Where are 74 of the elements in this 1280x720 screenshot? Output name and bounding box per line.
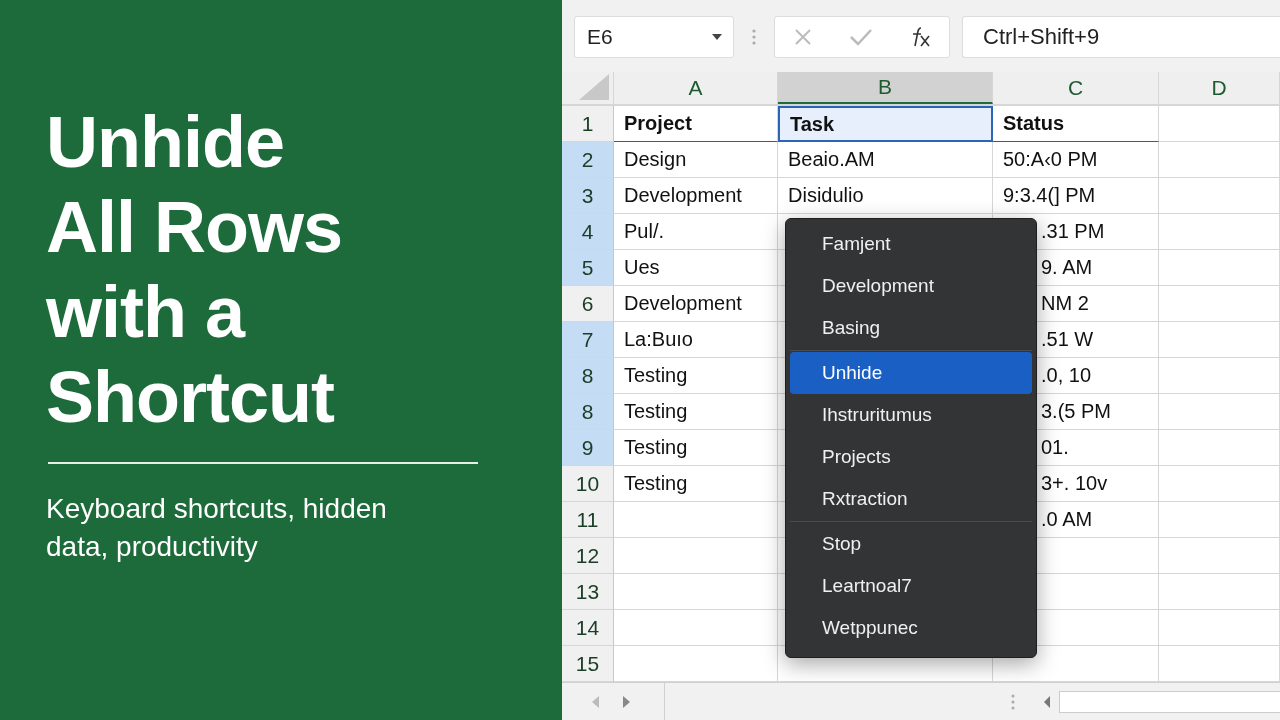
row-header[interactable]: 3 bbox=[562, 178, 614, 214]
table-cell[interactable]: Disidulio bbox=[778, 178, 993, 214]
table-cell[interactable] bbox=[1159, 394, 1280, 430]
menu-item[interactable]: Unhide bbox=[790, 352, 1032, 394]
table-cell[interactable]: La:Buıo bbox=[614, 322, 778, 358]
table-cell[interactable] bbox=[1159, 214, 1280, 250]
table-cell[interactable] bbox=[614, 610, 778, 646]
banner-title: Shortcut bbox=[46, 356, 335, 439]
column-header[interactable]: D bbox=[1159, 72, 1280, 104]
table-cell[interactable] bbox=[1159, 142, 1280, 178]
table-cell[interactable] bbox=[1159, 178, 1280, 214]
table-cell[interactable] bbox=[1159, 358, 1280, 394]
table-cell[interactable]: Pul/. bbox=[614, 214, 778, 250]
banner-subtitle: Keyboard shortcuts, hidden data, productivity bbox=[46, 492, 388, 564]
cancel-icon[interactable] bbox=[793, 27, 813, 47]
table-cell[interactable]: Status bbox=[993, 106, 1159, 142]
row-header[interactable]: 8 bbox=[562, 358, 614, 394]
table-cell[interactable] bbox=[1159, 430, 1280, 466]
table-cell[interactable] bbox=[1159, 250, 1280, 286]
name-box[interactable]: E6 bbox=[574, 16, 734, 58]
right-arrow-icon[interactable] bbox=[622, 694, 632, 709]
caret-icon bbox=[711, 33, 723, 41]
row-header[interactable]: 11 bbox=[562, 502, 614, 538]
table-cell[interactable] bbox=[1159, 538, 1280, 574]
row-header[interactable]: 6 bbox=[562, 286, 614, 322]
table-cell[interactable] bbox=[1159, 646, 1280, 682]
row-header[interactable]: 12 bbox=[562, 538, 614, 574]
table-cell[interactable] bbox=[614, 574, 778, 610]
row-header[interactable]: 15 bbox=[562, 646, 614, 682]
row-header[interactable]: 13 bbox=[562, 574, 614, 610]
row-header[interactable]: 8 bbox=[562, 394, 614, 430]
table-cell[interactable]: Testing bbox=[614, 394, 778, 430]
table-cell[interactable] bbox=[1159, 502, 1280, 538]
table-cell[interactable]: Development bbox=[614, 286, 778, 322]
menu-item[interactable]: Wetppunec bbox=[790, 607, 1032, 649]
table-cell[interactable] bbox=[614, 538, 778, 574]
row-header[interactable]: 10 bbox=[562, 466, 614, 502]
row-header[interactable]: 5 bbox=[562, 250, 614, 286]
check-icon[interactable] bbox=[849, 27, 873, 47]
banner-title: All Rows bbox=[46, 186, 344, 269]
table-cell[interactable]: Design bbox=[614, 142, 778, 178]
row-header[interactable]: 9 bbox=[562, 430, 614, 466]
horizontal-scrollbar[interactable] bbox=[1059, 690, 1280, 713]
row-header[interactable]: 1 bbox=[562, 106, 614, 142]
table-cell[interactable]: Ues bbox=[614, 250, 778, 286]
banner-title: with a bbox=[46, 271, 246, 354]
table-cell[interactable] bbox=[1159, 610, 1280, 646]
table-cell[interactable] bbox=[1159, 466, 1280, 502]
table-cell[interactable]: 50:A‹0 PM bbox=[993, 142, 1159, 178]
table-cell[interactable] bbox=[1159, 574, 1280, 610]
table-cell[interactable]: Development bbox=[614, 178, 778, 214]
table-cell[interactable] bbox=[1159, 286, 1280, 322]
table-cell[interactable]: Testing bbox=[614, 466, 778, 502]
table-cell[interactable] bbox=[1159, 322, 1280, 358]
table-cell[interactable]: Testing bbox=[614, 430, 778, 466]
table-cell[interactable]: Testing bbox=[614, 358, 778, 394]
table-cell[interactable]: 9:3.4(] PM bbox=[993, 178, 1159, 214]
menu-item[interactable]: Leartnoal7 bbox=[790, 565, 1032, 607]
column-header[interactable]: B bbox=[778, 72, 993, 104]
row-header[interactable]: 7 bbox=[562, 322, 614, 358]
row-header[interactable]: 2 bbox=[562, 142, 614, 178]
formula-field[interactable]: Ctrl+Shift+9 bbox=[962, 16, 1280, 58]
row-header[interactable]: 14 bbox=[562, 610, 614, 646]
banner-title: Unhide bbox=[46, 101, 285, 184]
table-cell[interactable]: Task bbox=[778, 106, 993, 142]
column-header[interactable]: C bbox=[993, 72, 1159, 104]
row-header[interactable]: 4 bbox=[562, 214, 614, 250]
table-cell[interactable]: Beaio.AM bbox=[778, 142, 993, 178]
more-icon[interactable] bbox=[752, 28, 756, 46]
more-icon[interactable] bbox=[1011, 693, 1015, 710]
table-cell[interactable] bbox=[1159, 106, 1280, 142]
table-cell[interactable] bbox=[614, 502, 778, 538]
left-arrow-icon[interactable] bbox=[590, 694, 600, 709]
table-cell[interactable] bbox=[614, 646, 778, 682]
